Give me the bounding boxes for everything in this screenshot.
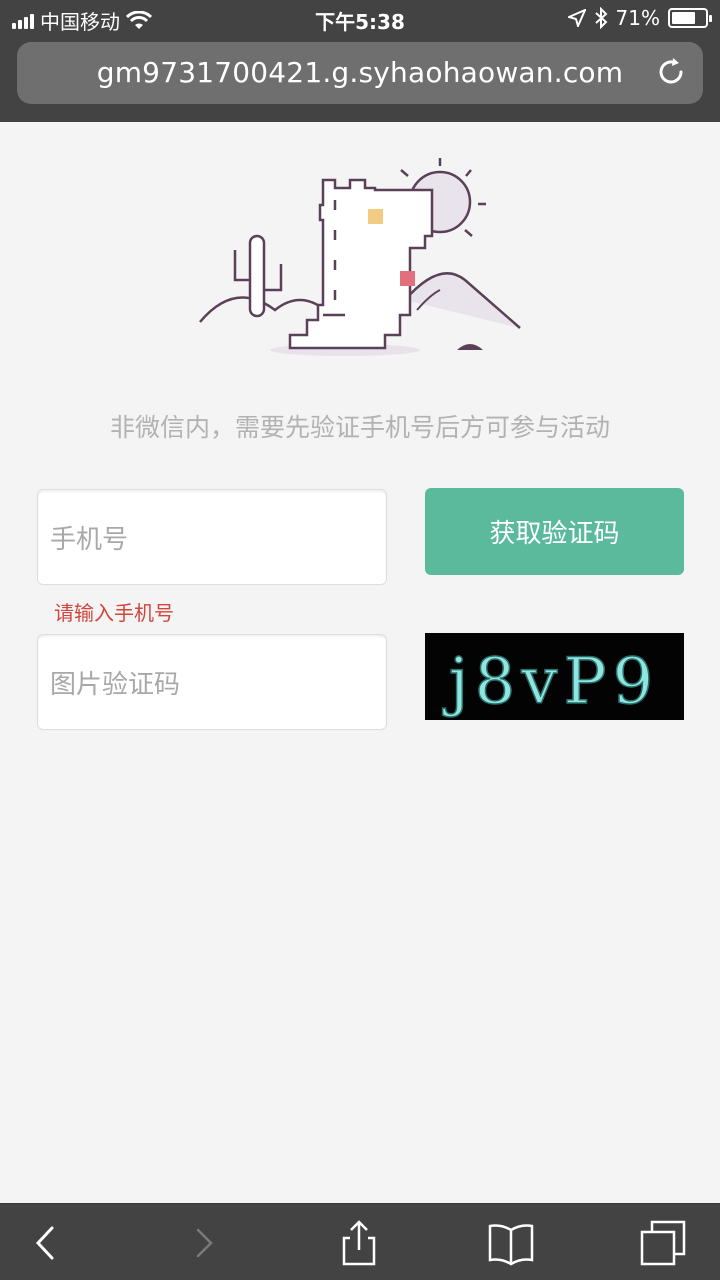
- tabs-icon[interactable]: [638, 1218, 688, 1268]
- cactus-icon: [233, 234, 283, 318]
- battery-percent: 71%: [615, 6, 660, 30]
- dinosaur-body: [288, 178, 434, 350]
- url-text: gm9731700421.g.syhaohaowan.com: [96, 56, 624, 89]
- battery-icon: [668, 8, 712, 28]
- phone-error-message: 请输入手机号: [54, 601, 174, 625]
- browser-toolbar: [0, 1203, 720, 1280]
- bookmarks-icon[interactable]: [486, 1218, 536, 1268]
- bluetooth-icon: [594, 7, 607, 29]
- get-code-label: 获取验证码: [489, 519, 620, 549]
- phone-input[interactable]: 手机号: [37, 489, 387, 585]
- wechat-notice: 非微信内，需要先验证手机号后方可参与活动: [109, 413, 610, 442]
- reload-icon[interactable]: [655, 56, 687, 88]
- status-bar: 中国移动 下午5:38 71%: [0, 0, 720, 38]
- forward-icon[interactable]: [180, 1218, 230, 1268]
- location-icon: [567, 9, 586, 27]
- status-right: 71%: [567, 6, 712, 30]
- phone-placeholder: 手机号: [50, 524, 129, 555]
- captcha-text: j8vP9: [442, 645, 660, 719]
- dinosaur-illustration: [199, 158, 521, 356]
- back-icon[interactable]: [20, 1218, 70, 1268]
- address-bar[interactable]: gm9731700421.g.syhaohaowan.com: [17, 42, 703, 104]
- captcha-image[interactable]: j8vP9: [425, 633, 684, 720]
- browser-chrome: 中国移动 下午5:38 71% gm9731700421.g.syhaohaow…: [0, 0, 720, 122]
- captcha-placeholder: 图片验证码: [50, 669, 181, 700]
- get-code-button[interactable]: 获取验证码: [425, 488, 684, 575]
- share-icon[interactable]: [334, 1218, 384, 1268]
- captcha-input[interactable]: 图片验证码: [37, 634, 387, 730]
